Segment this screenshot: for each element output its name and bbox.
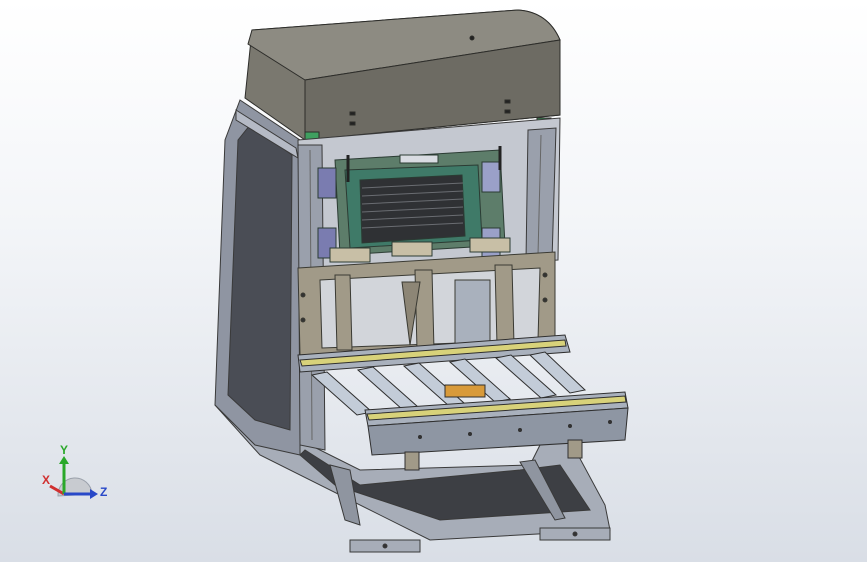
y-axis-arrowhead bbox=[59, 456, 69, 464]
3d-model[interactable] bbox=[0, 0, 867, 562]
roller-conveyor bbox=[297, 334, 629, 471]
y-axis-label: Y bbox=[60, 444, 68, 457]
left-side-tower bbox=[214, 99, 301, 456]
x-axis-label: X bbox=[42, 473, 50, 487]
z-axis-arrowhead bbox=[90, 489, 98, 499]
top-housing bbox=[244, 9, 561, 141]
z-axis-label: Z bbox=[100, 485, 107, 499]
axis-triad: X Y Z bbox=[42, 444, 107, 499]
cad-viewport[interactable]: X Y Z bbox=[0, 0, 867, 562]
lifter-head bbox=[317, 146, 511, 263]
